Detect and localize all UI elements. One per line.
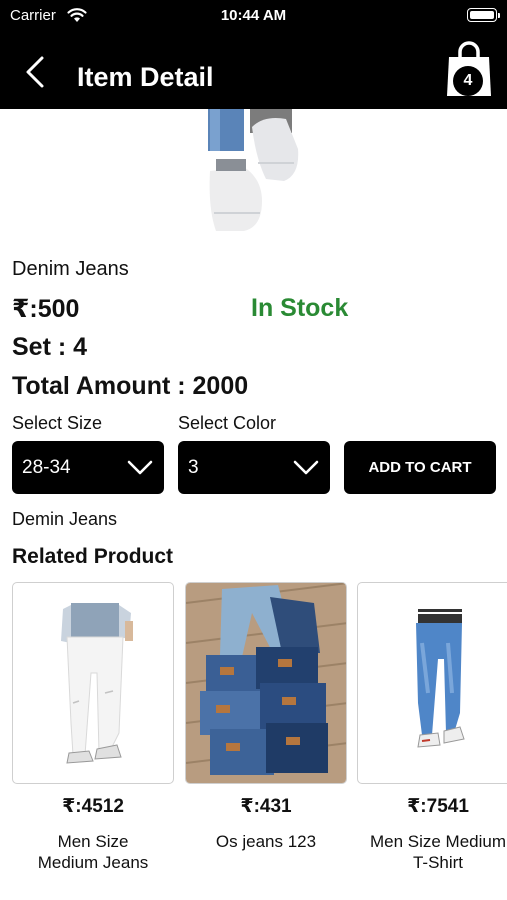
related-product-name-line1: Men Size bbox=[57, 832, 129, 851]
related-product-name-line2: Medium Jeans bbox=[37, 853, 149, 872]
related-product-name: Men Size Medium T-Shirt bbox=[357, 831, 507, 873]
product-description: Demin Jeans bbox=[12, 509, 118, 529]
cart-button[interactable]: 4 bbox=[445, 40, 493, 98]
related-products-heading: Related Product bbox=[12, 545, 174, 568]
size-dropdown[interactable]: 28-34 bbox=[12, 441, 164, 494]
related-product-price: ₹:4512 bbox=[62, 796, 124, 817]
status-bar: Carrier 10:44 AM bbox=[0, 0, 507, 32]
chevron-down-icon bbox=[127, 460, 153, 475]
related-product-name: Os jeans 123 bbox=[185, 831, 347, 852]
color-dropdown[interactable]: 3 bbox=[178, 441, 330, 494]
stock-status: In Stock bbox=[251, 294, 349, 322]
related-product-price: ₹:7541 bbox=[407, 796, 469, 817]
related-product-image bbox=[357, 582, 507, 784]
cart-count-badge: 4 bbox=[453, 66, 483, 96]
white-jeans-image bbox=[61, 603, 133, 764]
related-product-name-line2: T-Shirt bbox=[412, 853, 464, 872]
navigation-bar: Item Detail 4 bbox=[0, 32, 507, 109]
back-button[interactable] bbox=[20, 54, 52, 90]
size-label: Select Size bbox=[12, 413, 103, 433]
related-product-image bbox=[12, 582, 174, 784]
related-product-name-line1: Men Size Medium bbox=[369, 832, 507, 851]
related-product-name: Men Size Medium Jeans bbox=[12, 831, 174, 873]
total-amount: Total Amount : 2000 bbox=[12, 372, 249, 400]
set-quantity: Set : 4 bbox=[12, 333, 88, 361]
product-name: Denim Jeans bbox=[12, 258, 129, 280]
color-label: Select Color bbox=[178, 413, 277, 433]
battery-icon bbox=[467, 8, 500, 22]
related-product-price: ₹:431 bbox=[240, 796, 292, 817]
related-product-image bbox=[185, 582, 347, 784]
product-price: ₹:500 bbox=[12, 295, 80, 323]
add-to-cart-button[interactable]: ADD TO CART bbox=[344, 441, 496, 494]
product-image bbox=[208, 109, 299, 231]
size-value: 28-34 bbox=[22, 457, 71, 478]
stacked-jeans-image bbox=[186, 583, 346, 783]
related-product-card[interactable]: ₹:431 Os jeans 123 bbox=[185, 582, 347, 872]
related-product-card[interactable]: ₹:4512 Men Size Medium Jeans bbox=[12, 582, 174, 872]
clock: 10:44 AM bbox=[220, 7, 287, 24]
related-product-name-line1: Os jeans 123 bbox=[215, 832, 317, 851]
blue-jeans-image bbox=[416, 609, 465, 748]
chevron-down-icon bbox=[293, 460, 319, 475]
page-title: Item Detail bbox=[77, 62, 214, 92]
related-product-card[interactable]: ₹:7541 Men Size Medium T-Shirt bbox=[357, 582, 507, 872]
color-value: 3 bbox=[188, 457, 199, 478]
